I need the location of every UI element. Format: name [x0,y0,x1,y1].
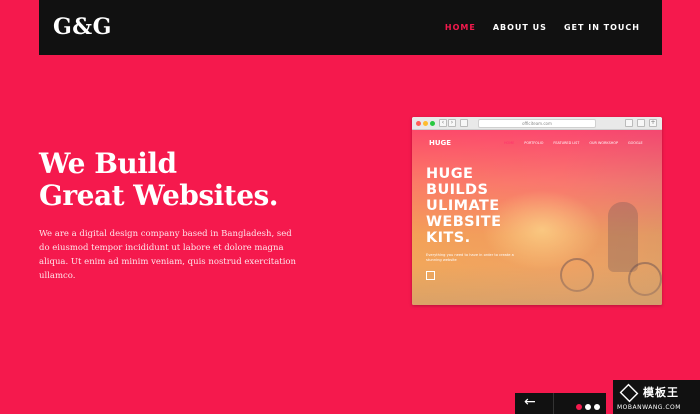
mockup-nav-item: HOME [504,141,515,145]
mockup-headline: HUGE BUILDS ULIMATE WEBSITE KITS. [426,166,501,246]
browser-chrome: ‹ › officiteam.com + [412,117,662,130]
mockup-headline-line: BUILDS [426,182,489,198]
mockup-headline-line: WEBSITE [426,214,502,230]
mockup-headline-line: HUGE [426,166,474,182]
maximize-dot-icon [430,121,435,126]
back-icon: ‹ [439,119,447,127]
top-navigation-bar: G&G HOME ABOUT US GET IN TOUCH [39,0,662,55]
nav-item-home[interactable]: HOME [445,23,476,32]
mockup-scroll-icon [426,271,435,280]
mockup-logo: HUGE [429,139,452,147]
mockup-nav-item: GOOGLE [628,141,643,145]
mockup-nav-item: PORTFOLIO [524,141,544,145]
slider-controls: ← [515,393,606,414]
share-icon [625,119,633,127]
watermark-text: 模板王 [643,386,679,399]
mockup-nav-item: OUR WORKSHOP [589,141,618,145]
address-bar: officiteam.com [478,119,596,128]
nav-item-about-us[interactable]: ABOUT US [493,23,547,32]
ground-shade [412,265,662,305]
add-tab-icon: + [649,119,657,127]
forward-icon: › [448,119,456,127]
mockup-nav-item: FEATURED LIST [553,141,580,145]
mockup-subtext: Everything you need to have in order to … [426,253,514,262]
sidebar-icon [460,119,468,127]
hero-title-line-1: We Build [39,147,177,180]
mockup-site-screenshot: HUGE HOME PORTFOLIO FEATURED LIST OUR WO… [412,130,662,305]
minimize-dot-icon [423,121,428,126]
hero-title: We Build Great Websites. [39,147,279,212]
hero-title-line-2: Great Websites. [39,179,279,212]
slide-dot-3[interactable] [594,404,600,410]
watermark-logo-icon [619,383,639,403]
nav-item-get-in-touch[interactable]: GET IN TOUCH [564,23,640,32]
hero-description: We are a digital design company based in… [39,229,297,281]
divider [553,393,554,414]
arrow-left-icon[interactable]: ← [524,394,536,410]
mockup-headline-line: KITS. [426,230,471,246]
mockup-headline-line: ULIMATE [426,198,500,214]
brand-logo[interactable]: G&G [53,14,112,40]
slide-dot-2[interactable] [585,404,591,410]
slide-dot-1[interactable] [576,404,582,410]
tabs-icon [637,119,645,127]
main-nav: HOME ABOUT US GET IN TOUCH [445,23,640,32]
watermark-url: MOBANWANG.COM [617,404,681,411]
watermark: 模板王 MOBANWANG.COM [613,380,700,414]
close-dot-icon [416,121,421,126]
cyclist-figure [608,202,638,272]
mockup-nav: HOME PORTFOLIO FEATURED LIST OUR WORKSHO… [504,141,643,145]
browser-mockup: ‹ › officiteam.com + HUGE HOME PORTFOLIO… [412,117,662,305]
